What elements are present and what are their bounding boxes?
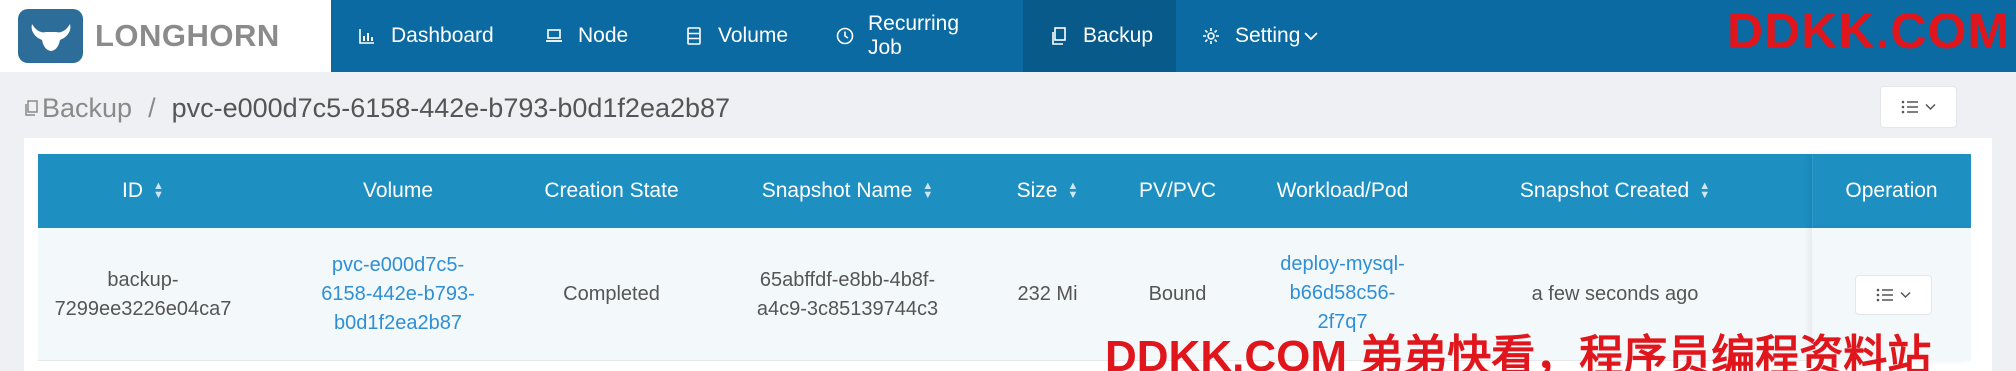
backup-id-line: 7299ee3226e04ca7 [54,297,232,320]
breadcrumb: Backup / pvc-e000d7c5-6158-442e-b793-b0d… [24,88,730,128]
list-icon [1876,288,1894,302]
chevron-down-icon [1900,291,1911,299]
workload-line: b66d58c56- [1289,282,1396,304]
nav-label-recurring-job: Recurring Job [868,12,960,59]
clock-icon [836,26,854,46]
chevron-down-icon [1925,103,1936,111]
cell-snapshot-name: 65abffdf-e8bb-4b8f- a4c9-3c85139744c3 [715,228,980,361]
nav-item-setting[interactable]: Setting [1201,0,1319,72]
sort-icon: ▲ ▼ [153,180,164,201]
column-label: Volume [362,179,434,202]
breadcrumb-separator: / [148,92,156,123]
breadcrumb-backup-link[interactable]: Backup [24,93,132,124]
brand-name: LONGHORN [95,18,280,53]
brand[interactable]: LONGHORN [0,0,331,72]
backup-id-line: backup- [107,268,179,291]
column-header-snapshot-created[interactable]: Snapshot Created ▲ ▼ [1445,154,1785,228]
watermark-banner-text: DDKK.COM 弟弟快看，程序员编程资料站 [1105,332,1932,371]
workload-line: deploy-mysql- [1280,253,1405,275]
column-label: Creation State [544,179,679,202]
snapshot-name-line: 65abffdf-e8bb-4b8f- [759,268,936,291]
nav-label-volume: Volume [718,24,789,47]
column-header-creation-state: Creation State [508,154,715,228]
creation-state-value: Completed [563,283,660,305]
gear-icon [1201,26,1221,46]
column-header-pv-pvc: PV/PVC [1115,154,1240,228]
column-label: ID [122,179,144,202]
column-header-id[interactable]: ID ▲ ▼ [38,154,248,228]
column-label: Operation [1845,179,1938,202]
row-operation-button[interactable] [1855,275,1932,315]
nav-item-node[interactable]: Node [544,0,628,72]
nav-item-dashboard[interactable]: Dashboard [357,0,494,72]
breadcrumb-root-label: Backup [42,92,133,123]
database-icon [684,26,704,46]
pv-pvc-value: Bound [1148,283,1207,305]
nav-label-setting: Setting [1235,24,1301,47]
column-label: Snapshot Name [761,179,913,202]
column-label: Size [1016,179,1058,202]
column-label: Snapshot Created [1519,179,1690,202]
snapshot-created-value: a few seconds ago [1531,283,1699,305]
column-header-workload-pod: Workload/Pod [1240,154,1445,228]
bar-chart-icon [357,26,377,46]
cell-size: 232 Mi [980,228,1115,361]
size-value: 232 Mi [1017,283,1078,305]
laptop-icon [544,26,564,46]
cell-creation-state: Completed [508,228,715,361]
nav-item-backup[interactable]: Backup [1023,0,1176,72]
sort-icon: ▲ ▼ [922,180,934,201]
sort-icon: ▲ ▼ [1699,180,1711,201]
nav-item-volume[interactable]: Volume [684,0,788,72]
bulk-actions-button[interactable] [1880,86,1957,128]
snapshot-name-line: a4c9-3c85139744c3 [756,297,939,320]
column-header-size[interactable]: Size ▲ ▼ [980,154,1115,228]
longhorn-logo-icon [18,9,83,63]
nav-label-backup: Backup [1083,24,1154,47]
column-label: PV/PVC [1138,179,1217,202]
cell-backup-id: backup- 7299ee3226e04ca7 [38,228,248,361]
volume-line: 6158-442e-b793- [321,283,475,305]
chevron-down-icon [1304,31,1319,41]
volume-line: b0d1f2ea2b87 [334,312,462,334]
copy-icon [24,98,40,118]
copy-icon [1049,26,1069,46]
nav-item-recurring-job[interactable]: Recurring Job [836,0,961,72]
breadcrumb-current: pvc-e000d7c5-6158-442e-b793-b0d1f2ea2b87 [171,92,731,123]
column-header-snapshot-name[interactable]: Snapshot Name ▲ ▼ [715,154,980,228]
column-header-operation: Operation [1812,154,1971,228]
nav-label-node: Node [578,24,629,47]
cell-volume-link[interactable]: pvc-e000d7c5- 6158-442e-b793- b0d1f2ea2b… [268,228,528,361]
watermark-text: DDKK.COM [1727,3,2010,59]
list-icon [1901,100,1919,114]
nav-label-dashboard: Dashboard [391,24,494,47]
column-header-volume: Volume [248,154,548,228]
sort-icon: ▲ ▼ [1067,180,1079,201]
column-label: Workload/Pod [1276,179,1409,202]
volume-line: pvc-e000d7c5- [331,254,465,276]
